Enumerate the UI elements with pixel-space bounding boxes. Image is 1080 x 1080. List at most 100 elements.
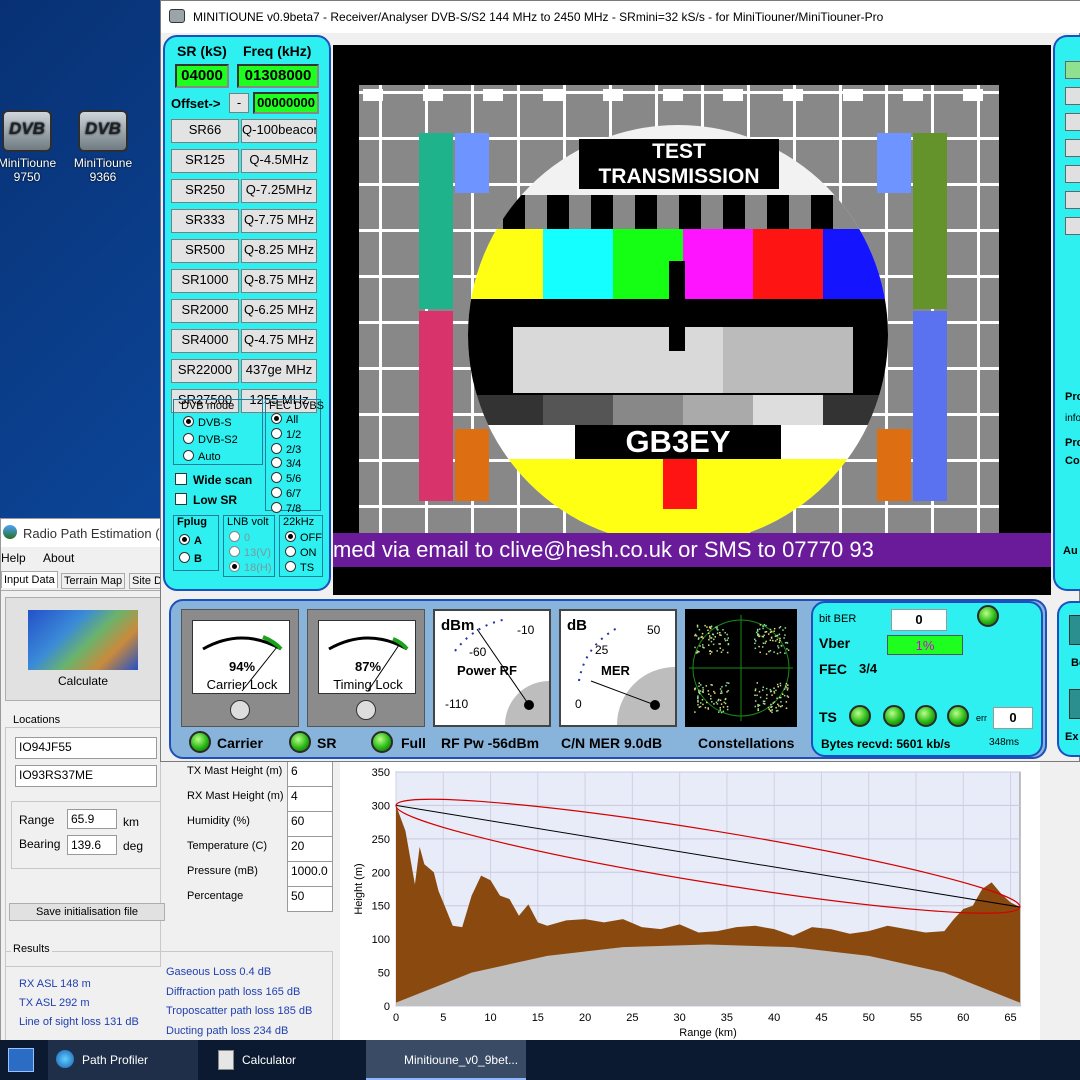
offset-input[interactable]: 00000000 [253,92,319,114]
fplug-a[interactable]: A [179,532,202,550]
radio-icon [183,450,194,461]
constellation-point [724,631,726,634]
sr125-button[interactable]: SR125 [171,149,239,173]
ts-led-icon [947,705,969,727]
mt-titlebar[interactable]: MINITIOUNE v0.9beta7 - Receiver/Analyser… [161,1,1080,33]
exit-icon[interactable] [1069,689,1080,719]
freq-preset-button[interactable]: Q-7.75 MHz [241,209,317,233]
constellation-point [698,691,700,693]
fec-option[interactable]: All [271,413,301,428]
dvb-mode-auto[interactable]: Auto [183,449,238,466]
low-sr-checkbox[interactable]: Low SR [175,493,237,507]
sr22000-button[interactable]: SR22000 [171,359,239,383]
radio-icon [271,427,282,439]
save-init-button[interactable]: Save initialisation file [9,903,165,921]
right-button[interactable] [1065,61,1080,79]
param-row: RX Mast Height (m) 4 [187,786,337,812]
network-icon[interactable] [8,1048,34,1072]
sr-input[interactable]: 04000 [175,64,229,88]
constellation-point [777,645,779,647]
power-rf-meter: dBm -10 -60 Power RF -110 [433,609,551,727]
sr2000-button[interactable]: SR2000 [171,299,239,323]
khz-option[interactable]: TS [285,561,322,576]
constellation-point [756,682,759,684]
menu-about[interactable]: About [43,551,74,565]
ducting-loss: Ducting path loss 234 dB [166,1024,289,1037]
freq-input[interactable]: 01308000 [237,64,319,88]
freq-preset-button[interactable]: Q-4.75 MHz [241,329,317,353]
calculate-button[interactable]: Calculate [5,597,161,701]
sr250-button[interactable]: SR250 [171,179,239,203]
right-button[interactable] [1065,217,1080,235]
fplug-b[interactable]: B [179,550,202,568]
fec-status-value: 3/4 [859,661,878,676]
taskbar-calculator[interactable]: Calculator [206,1040,360,1080]
percentage-field[interactable]: 50 [287,886,333,912]
desktop-icon-minitioune-9750[interactable]: DVB MiniTioune 9750 [0,110,62,184]
lnb-option[interactable]: 0 [229,531,272,546]
sr500-button[interactable]: SR500 [171,239,239,263]
freq-preset-button[interactable]: Q-8.75 MHz [241,269,317,293]
temperature-field[interactable]: 20 [287,836,333,862]
humidity-field[interactable]: 60 [287,811,333,837]
radio-icon [271,442,282,454]
constellation-point [720,651,723,653]
right-button[interactable] [1065,165,1080,183]
dvb-mode-dvbs2[interactable]: DVB-S2 [183,432,238,449]
right-button[interactable] [1065,113,1080,131]
khz-option[interactable]: ON [285,546,322,561]
bearing-field[interactable]: 139.6 [67,835,117,855]
offset-sign-button[interactable]: - [229,93,249,113]
desktop-icon-minitioune-9366[interactable]: DVB MiniTioune 9366 [68,110,138,184]
constellation-point [757,709,759,712]
tool-icon[interactable] [1069,615,1080,645]
lnb-option[interactable]: 13(V) [229,546,272,561]
constellation-point [777,703,779,706]
lnb-option[interactable]: 18(H) [229,561,272,576]
menu-help[interactable]: Help [1,551,26,565]
ts-led-icon [849,705,871,727]
khz-option[interactable]: OFF [285,531,322,546]
constellation-point [754,694,756,697]
taskbar-path-profiler[interactable]: Path Profiler [48,1040,198,1080]
tab-terrain-map[interactable]: Terrain Map [61,573,126,589]
param-row: Percentage 50 [187,886,337,912]
video-display[interactable]: TEST TRANSMISSION GB3EY med via email to… [333,45,1051,595]
sr-led-icon [289,731,311,753]
freq-preset-button[interactable]: Q-4.5MHz [241,149,317,173]
fec-option[interactable]: 1/2 [271,427,301,443]
constellation-point [726,682,728,684]
wide-scan-checkbox[interactable]: Wide scan [175,473,252,487]
freq-preset-button[interactable]: Q-7.25MHz [241,179,317,203]
fec-option[interactable]: 3/4 [271,457,301,472]
constellation-point [710,651,713,653]
sr333-button[interactable]: SR333 [171,209,239,233]
constellation-point [773,630,775,632]
sr1000-button[interactable]: SR1000 [171,269,239,293]
right-button[interactable] [1065,139,1080,157]
fec-option[interactable]: 2/3 [271,442,301,458]
fec-option[interactable]: 5/6 [271,472,301,487]
rx-mast-height-field[interactable]: 4 [287,786,333,812]
location-2-field[interactable]: IO93RS37ME [15,765,157,787]
right-button[interactable] [1065,87,1080,105]
pressure-field[interactable]: 1000.0 [287,861,333,887]
right-button[interactable] [1065,191,1080,209]
x-axis-label: Range (km) [679,1027,736,1039]
freq-preset-button[interactable]: Q-100beacon [241,119,317,143]
freq-preset-button[interactable]: Q-6.25 MHz [241,299,317,323]
freq-preset-button[interactable]: Q-8.25 MHz [241,239,317,263]
radio-icon [285,546,296,557]
globe-icon [56,1050,74,1068]
sr66-button[interactable]: SR66 [171,119,239,143]
range-field[interactable]: 65.9 [67,809,117,829]
taskbar-minitioune[interactable]: Minitioune_v0_9bet... [366,1040,526,1080]
fec-option[interactable]: 6/7 [271,486,301,502]
freq-preset-button[interactable]: 437ge MHz [241,359,317,383]
constellation-point [761,689,764,691]
dvb-mode-dvbs[interactable]: DVB-S [183,415,238,432]
location-1-field[interactable]: IO94JF55 [15,737,157,759]
sr4000-button[interactable]: SR4000 [171,329,239,353]
tab-input-data[interactable]: Input Data [1,571,58,588]
tx-mast-height-field[interactable]: 6 [287,761,333,787]
